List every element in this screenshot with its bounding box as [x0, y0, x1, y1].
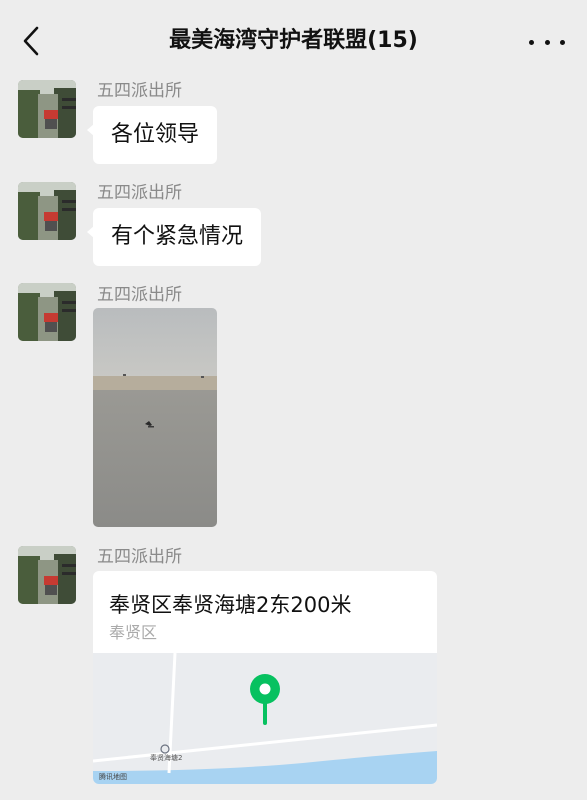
message-bubble[interactable]: 有个紧急情况	[86, 208, 262, 266]
location-map[interactable]: 奉贤海塘2 腾讯地图	[93, 652, 437, 784]
more-dots-icon	[529, 39, 534, 45]
sea-photo	[93, 308, 217, 527]
avatar-photo	[18, 283, 76, 341]
map-place-label: 奉贤海塘2	[150, 754, 183, 762]
avatar-photo	[18, 182, 76, 240]
location-subtitle: 奉贤区	[109, 623, 158, 642]
sender-name: 五四派出所	[97, 81, 182, 101]
more-button[interactable]	[529, 28, 565, 56]
avatar[interactable]	[18, 283, 76, 341]
message-text: 有个紧急情况	[111, 224, 244, 249]
sender-name: 五四派出所	[97, 547, 182, 567]
image-message[interactable]	[93, 308, 217, 527]
map-provider-label: 腾讯地图	[99, 773, 127, 781]
avatar-photo	[18, 546, 76, 604]
avatar[interactable]	[18, 546, 76, 604]
sender-name: 五四派出所	[97, 285, 182, 305]
message-text: 各位领导	[111, 122, 200, 147]
avatar[interactable]	[18, 80, 76, 138]
chat-title: 最美海湾守护者联盟(15)	[169, 28, 418, 53]
avatar-photo	[18, 80, 76, 138]
location-message[interactable]: 奉贤区奉贤海塘2东200米 奉贤区 奉贤海塘2 腾讯地图	[93, 571, 437, 784]
message-bubble[interactable]: 各位领导	[86, 106, 218, 164]
sender-name: 五四派出所	[97, 183, 182, 203]
avatar[interactable]	[18, 182, 76, 240]
location-title: 奉贤区奉贤海塘2东200米	[109, 593, 352, 617]
nav-bar: 最美海湾守护者联盟(15)	[0, 0, 587, 82]
